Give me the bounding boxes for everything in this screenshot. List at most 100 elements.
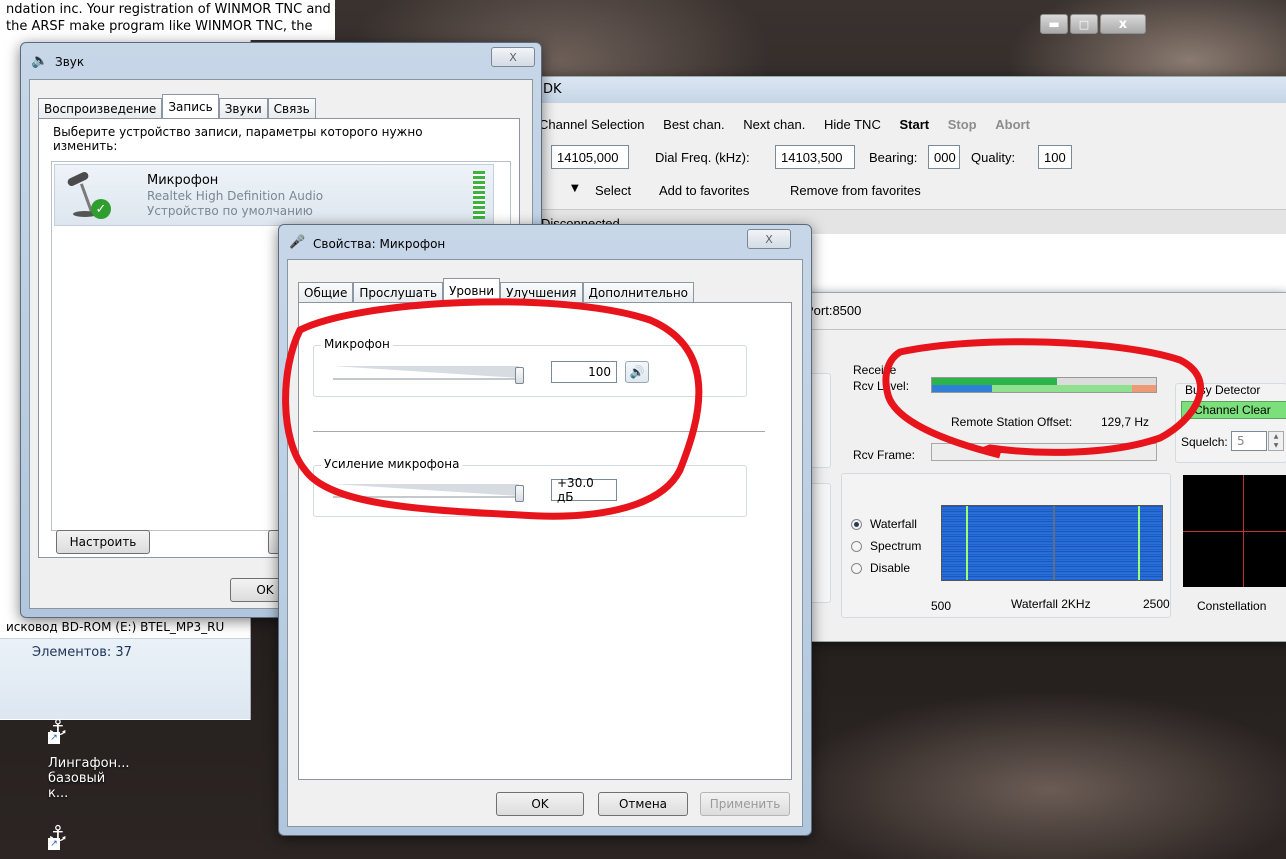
display-option-spectrum[interactable]: Spectrum (851, 539, 921, 553)
speaker-icon: 🔊 (629, 365, 645, 379)
mic-props-body: Общие Прослушать Уровни Улучшения Дополн… (287, 259, 803, 827)
tab-communications[interactable]: Связь (267, 98, 316, 118)
squelch-field[interactable]: 5 (1231, 431, 1267, 451)
mic-props-title: Свойства: Микрофон (313, 237, 446, 251)
slider-track (333, 378, 523, 381)
remote-offset-label: Remote Station Offset: (951, 415, 1073, 429)
menu-next-chan[interactable]: Next chan. (743, 117, 805, 132)
background-text-line1: ndation inc. Your registration of WINMOR… (6, 2, 331, 17)
tnc-title: DK (543, 82, 562, 97)
waterfall-title: Waterfall 2KHz (1011, 597, 1091, 611)
close-button[interactable]: x (1100, 14, 1146, 34)
shortcut-arrow-icon: ↗ (48, 732, 60, 744)
add-favorites-button[interactable]: Add to favorites (659, 183, 749, 198)
microphone-level-field[interactable]: 100 (551, 361, 617, 383)
tab-levels[interactable]: Уровни (443, 278, 501, 302)
busy-state-indicator: Channel Clear (1181, 401, 1286, 419)
waterfall-display (941, 505, 1163, 581)
levels-tab-panel: Микрофон 100 🔊 Усиление микрофона +30.0 … (298, 302, 792, 780)
maximize-button[interactable]: □ (1070, 14, 1098, 34)
remove-favorites-button[interactable]: Remove from favorites (790, 183, 921, 198)
menu-stop[interactable]: Stop (948, 117, 977, 132)
sound-dialog-titlebar: 🔈 Звук X (21, 43, 541, 79)
microphone-boost-slider[interactable] (333, 481, 533, 502)
boost-group-label: Усиление микрофона (321, 457, 463, 471)
radio-icon (851, 540, 862, 552)
desktop-icon-label-line2: базовый к... (48, 771, 106, 801)
sound-tabs: Воспроизведение Запись Звуки Связь (38, 94, 316, 118)
dial-freq-field[interactable]: 14103,500 (775, 145, 855, 169)
desktop-icon-label-line1: Лингафон... (48, 756, 130, 771)
mic-cancel-button[interactable]: Отмена (598, 792, 688, 816)
maximize-icon: □ (1078, 17, 1090, 31)
tab-general[interactable]: Общие (298, 282, 354, 302)
select-button[interactable]: Select (595, 183, 631, 198)
tab-listen[interactable]: Прослушать (353, 282, 444, 302)
menu-best-chan[interactable]: Best chan. (663, 117, 724, 132)
device-name: Микрофон (147, 173, 219, 188)
menu-abort[interactable]: Abort (995, 117, 1030, 132)
chevron-down-icon[interactable]: ▼ (571, 183, 579, 194)
squelch-spinner[interactable]: ▲ ▼ (1268, 431, 1284, 451)
constellation-axis-v (1243, 475, 1244, 587)
slider-ramp (333, 484, 519, 496)
disable-option-label: Disable (870, 561, 911, 575)
slider-thumb[interactable] (515, 485, 524, 502)
sound-dialog-title: Звук (55, 55, 85, 69)
desktop-icon-lingaphone[interactable]: ⚓ ↗ Лингафон... базовый к... (48, 716, 130, 801)
rcv-level-band-orange (1132, 385, 1156, 392)
device-level-meter (473, 171, 485, 219)
constellation-label: Constellation (1197, 599, 1267, 613)
tab-enhancements[interactable]: Улучшения (500, 282, 583, 302)
mute-toggle-button[interactable]: 🔊 (625, 361, 649, 383)
tab-recording[interactable]: Запись (162, 94, 219, 118)
quality-field[interactable]: 100 (1038, 145, 1072, 169)
dial-freq-label: Dial Freq. (kHz): (655, 150, 750, 165)
device-driver: Realtek High Definition Audio (147, 189, 324, 203)
sound-dialog-close-button[interactable]: X (491, 47, 535, 67)
display-option-waterfall[interactable]: Waterfall (851, 517, 917, 531)
microphone-group-label: Микрофон (321, 337, 393, 351)
channel-freq-field[interactable]: 14105,000 (551, 145, 629, 169)
slider-track (333, 496, 523, 499)
slider-thumb[interactable] (515, 367, 524, 384)
menu-channel-selection[interactable]: Channel Selection (539, 117, 645, 132)
busy-state-text: Channel Clear (1194, 403, 1271, 417)
close-icon: X (509, 50, 517, 64)
remote-offset-value: 129,7 Hz (1101, 415, 1150, 429)
display-option-disable[interactable]: Disable (851, 561, 910, 575)
squelch-label: Squelch: (1181, 435, 1228, 449)
explorer-item-count: Элементов: 37 (32, 645, 132, 660)
menu-start[interactable]: Start (899, 117, 929, 132)
tab-sounds[interactable]: Звуки (218, 98, 268, 118)
minimize-button[interactable]: ▬ (1040, 14, 1068, 34)
receive-label: Receive (853, 363, 897, 377)
microphone-icon: ✓ (63, 170, 115, 223)
slider-ramp (333, 366, 519, 378)
device-item-microphone[interactable]: ✓ Микрофон Realtek High Definition Audio… (54, 164, 494, 226)
bearing-field[interactable]: 000 (928, 145, 960, 169)
close-icon: X (765, 232, 773, 246)
shortcut-icon: ⚓ ↗ (48, 822, 68, 850)
tab-playback[interactable]: Воспроизведение (38, 98, 163, 118)
explorer-drive-label: исковод BD-ROM (E:) BTEL_MP3_RU (6, 620, 225, 634)
speaker-icon: 🔈 (31, 53, 49, 69)
desktop-icon-second[interactable]: ⚓ ↗ (48, 822, 88, 850)
tnc-titlebar: DK (531, 77, 1286, 103)
mic-props-close-button[interactable]: X (747, 229, 791, 249)
tab-advanced[interactable]: Дополнительно (582, 282, 695, 302)
mic-ok-button[interactable]: OK (496, 792, 584, 816)
microphone-level-slider[interactable] (333, 363, 533, 384)
mic-props-tabs: Общие Прослушать Уровни Улучшения Дополн… (298, 278, 695, 302)
rcv-level-band-blue (932, 385, 992, 392)
quality-label: Quality: (971, 150, 1016, 165)
background-window-titlebar: ▬ □ x (1020, 10, 1190, 38)
menu-hide-tnc[interactable]: Hide TNC (824, 117, 881, 132)
rcv-level-label: Rcv Level: (853, 379, 910, 393)
microphone-title-icon: 🎤 (289, 235, 306, 250)
explorer-status-bar: Элементов: 37 (0, 638, 250, 719)
waterfall-min-label: 500 (931, 599, 952, 613)
configure-button[interactable]: Настроить (56, 530, 150, 554)
recording-instruction: Выберите устройство записи, параметры ко… (53, 125, 423, 153)
microphone-boost-field: +30.0 дБ (551, 476, 617, 504)
